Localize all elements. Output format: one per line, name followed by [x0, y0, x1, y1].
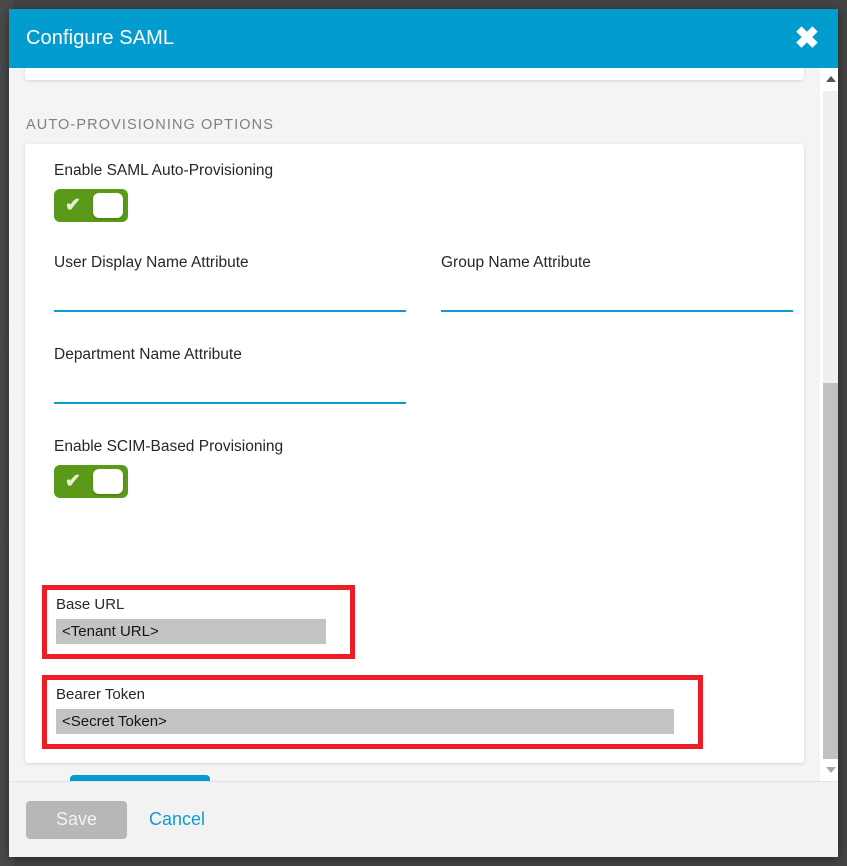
save-button[interactable]: Save [26, 801, 127, 839]
label-department-name-attribute: Department Name Attribute [54, 346, 242, 364]
background-text-fragment: e [1, 338, 8, 352]
input-base-url[interactable]: <Tenant URL> [56, 619, 326, 644]
input-user-display-name-attribute[interactable] [54, 282, 406, 312]
toggle-knob [93, 193, 123, 218]
chevron-up-icon[interactable] [823, 68, 838, 90]
input-group-name-attribute[interactable] [441, 282, 793, 312]
scroll-down-arrow-glyph [826, 767, 836, 773]
label-group-name-attribute: Group Name Attribute [441, 254, 591, 272]
chevron-down-icon[interactable] [823, 759, 838, 781]
input-department-name-attribute[interactable] [54, 374, 406, 404]
label-base-url: Base URL [56, 596, 124, 613]
vertical-scrollbar[interactable] [820, 68, 838, 781]
background-text-fragment: e [1, 527, 8, 541]
configure-saml-dialog: Configure SAML ✖ AUTO-PROVISIONING OPTIO… [9, 9, 838, 857]
label-bearer-token: Bearer Token [56, 686, 145, 703]
dialog-footer: Save Cancel [9, 781, 838, 857]
check-icon: ✔ [65, 472, 81, 491]
cancel-link[interactable]: Cancel [149, 809, 205, 830]
label-enable-scim-based-provisioning: Enable SCIM-Based Provisioning [54, 438, 283, 456]
close-icon[interactable]: ✖ [790, 22, 824, 56]
previous-section-card-partial [25, 68, 804, 80]
toggle-enable-scim-based-provisioning[interactable]: ✔ [54, 465, 128, 498]
highlight-base-url: Base URL <Tenant URL> [42, 585, 355, 659]
check-icon: ✔ [65, 196, 81, 215]
label-user-display-name-attribute: User Display Name Attribute [54, 254, 249, 272]
scroll-viewport: AUTO-PROVISIONING OPTIONS Enable SAML Au… [9, 68, 820, 781]
auto-provisioning-options-card: Enable SAML Auto-Provisioning ✔ User Dis… [25, 144, 804, 763]
input-bearer-token[interactable]: <Secret Token> [56, 709, 674, 734]
highlight-bearer-token: Bearer Token <Secret Token> [42, 675, 703, 749]
dialog-header: Configure SAML ✖ [9, 9, 838, 68]
section-heading: AUTO-PROVISIONING OPTIONS [26, 117, 274, 133]
scroll-up-arrow-glyph [826, 76, 836, 82]
scrollbar-thumb[interactable] [823, 383, 838, 763]
label-enable-saml-auto-provisioning: Enable SAML Auto-Provisioning [54, 162, 273, 180]
toggle-knob [93, 469, 123, 494]
toggle-enable-saml-auto-provisioning[interactable]: ✔ [54, 189, 128, 222]
generate-token-button[interactable]: Generate Token [70, 775, 210, 781]
dialog-body: AUTO-PROVISIONING OPTIONS Enable SAML Au… [9, 68, 838, 781]
dialog-title: Configure SAML [26, 27, 174, 50]
